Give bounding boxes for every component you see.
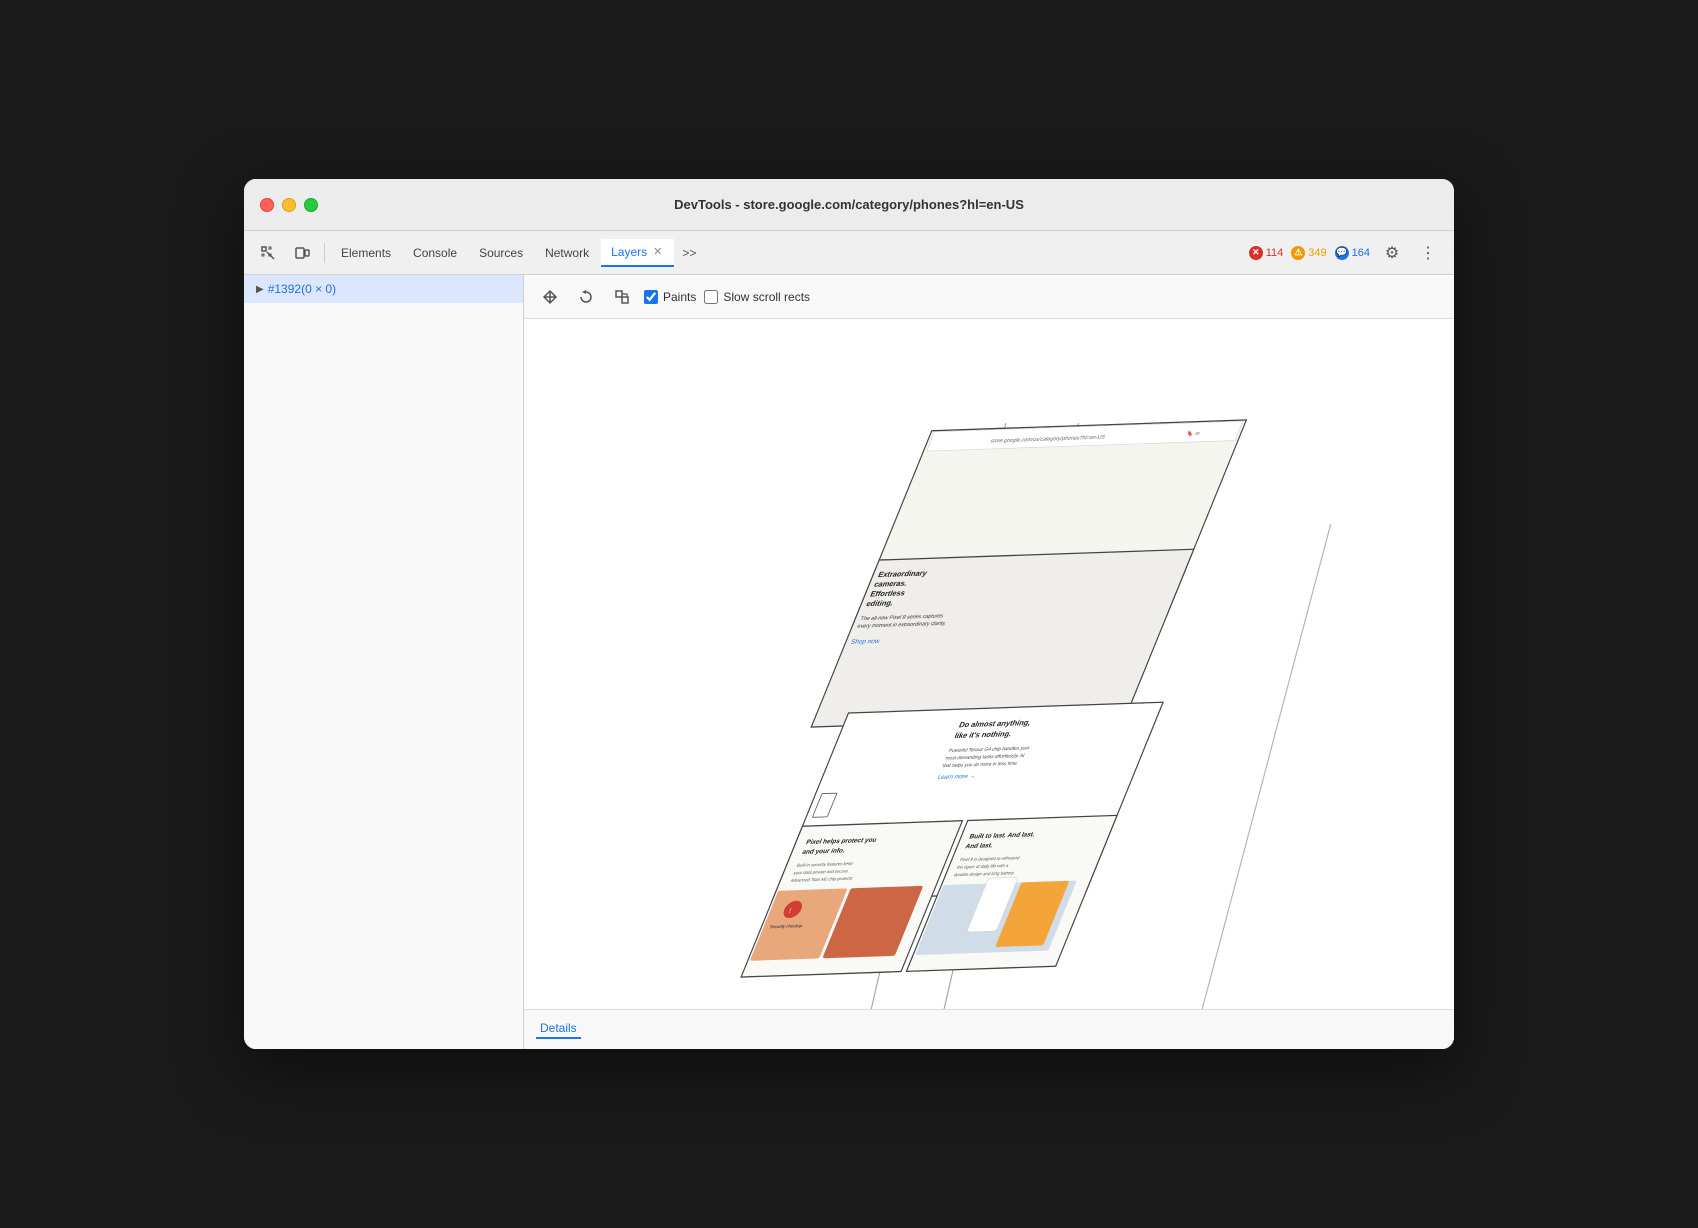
more-menu-button[interactable]: ⋮	[1414, 239, 1442, 267]
layers-panel: Paints Slow scroll rects	[524, 275, 1454, 1049]
main-content: ▶ #1392(0 × 0)	[244, 275, 1454, 1049]
error-icon: ✕	[1249, 246, 1263, 260]
minimize-button[interactable]	[282, 198, 296, 212]
tab-network[interactable]: Network	[535, 239, 599, 267]
warning-icon: ⚠	[1291, 246, 1305, 260]
more-tabs-button[interactable]: >>	[676, 242, 702, 264]
settings-button[interactable]: ⚙	[1378, 239, 1406, 267]
layers-toolbar: Paints Slow scroll rects	[524, 275, 1454, 319]
layers-sidebar: ▶ #1392(0 × 0)	[244, 275, 524, 1049]
warning-badge: ⚠ 349	[1291, 246, 1326, 260]
details-tab[interactable]: Details	[536, 1021, 581, 1039]
svg-text:And last.: And last.	[964, 842, 994, 850]
tab-layers-close[interactable]: ✕	[651, 243, 664, 260]
titlebar: DevTools - store.google.com/category/pho…	[244, 179, 1454, 231]
tab-layers[interactable]: Layers ✕	[601, 239, 674, 267]
device-toggle-button[interactable]	[286, 239, 318, 267]
paints-checkbox[interactable]	[644, 290, 658, 304]
layers-viewport[interactable]: store.google.com/us/category/phones?hl=e…	[524, 319, 1454, 1009]
pan-tool-button[interactable]	[536, 283, 564, 311]
tab-elements[interactable]: Elements	[331, 239, 401, 267]
slow-scroll-checkbox-label[interactable]: Slow scroll rects	[704, 290, 810, 304]
tab-console[interactable]: Console	[403, 239, 467, 267]
svg-text:editing.: editing.	[865, 599, 895, 609]
close-button[interactable]	[260, 198, 274, 212]
inspect-element-button[interactable]	[252, 239, 284, 267]
sidebar-item-root[interactable]: ▶ #1392(0 × 0)	[244, 275, 523, 303]
slow-scroll-checkbox[interactable]	[704, 290, 718, 304]
info-badge: 💬 164	[1335, 246, 1370, 260]
layers-3d-view: store.google.com/us/category/phones?hl=e…	[524, 319, 1454, 1009]
svg-text:Learn more →: Learn more →	[937, 773, 977, 781]
toolbar-right: ✕ 114 ⚠ 349 💬 164 ⚙ ⋮	[1249, 239, 1442, 267]
svg-text:Shop now: Shop now	[850, 638, 881, 646]
rotate-tool-button[interactable]	[572, 283, 600, 311]
devtools-toolbar: Elements Console Sources Network Layers …	[244, 231, 1454, 275]
svg-text:Effortless: Effortless	[869, 589, 908, 599]
toolbar-separator-1	[324, 243, 325, 263]
paints-checkbox-label[interactable]: Paints	[644, 290, 696, 304]
reset-tool-button[interactable]	[608, 283, 636, 311]
svg-text:Extraordinary: Extraordinary	[877, 569, 930, 579]
svg-text:cameras.: cameras.	[873, 579, 909, 589]
traffic-lights	[260, 198, 318, 212]
tab-sources[interactable]: Sources	[469, 239, 533, 267]
info-icon: 💬	[1335, 246, 1349, 260]
bottom-bar: Details	[524, 1009, 1454, 1049]
error-badge: ✕ 114	[1249, 246, 1284, 260]
window-title: DevTools - store.google.com/category/pho…	[674, 197, 1024, 212]
maximize-button[interactable]	[304, 198, 318, 212]
devtools-window: DevTools - store.google.com/category/pho…	[244, 179, 1454, 1049]
